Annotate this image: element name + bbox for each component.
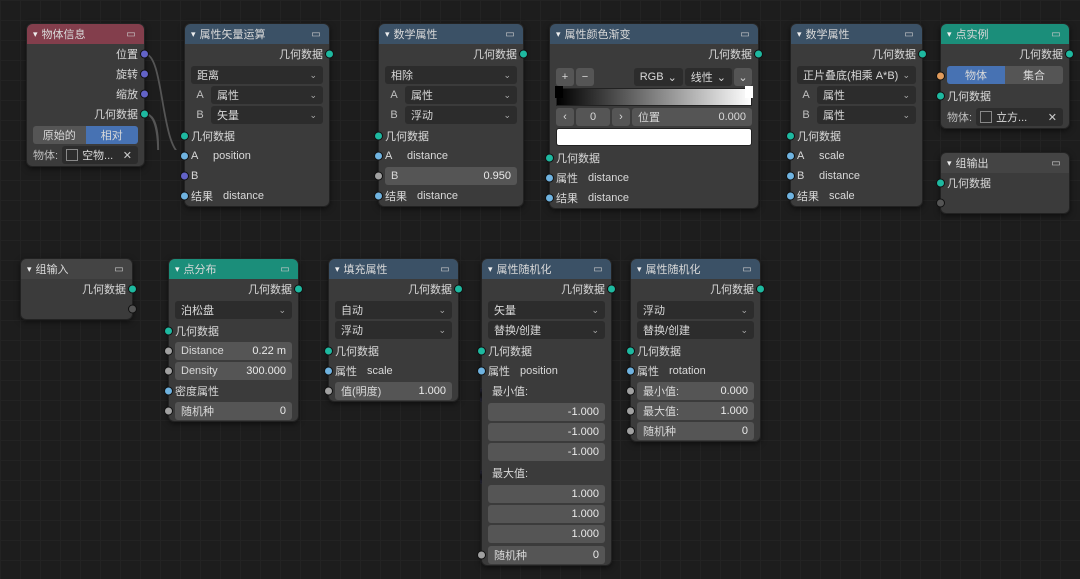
operation-select[interactable]: 正片叠底(相乘 A*B)⌄ (797, 66, 916, 84)
distance-input[interactable]: Distance0.22 m (175, 342, 292, 360)
node-header[interactable]: ▾物体信息▭ (27, 24, 144, 44)
node-group-output[interactable]: ▾组输出▭ 几何数据 (940, 152, 1070, 214)
socket-location: 位置 (116, 46, 138, 62)
node-header[interactable]: ▾点实例▭ (941, 24, 1069, 44)
clear-icon[interactable]: ✕ (1046, 111, 1059, 124)
operation-select[interactable]: 相除⌄ (385, 66, 517, 84)
seed-input[interactable]: 随机种0 (637, 422, 754, 440)
result-input[interactable]: distance (223, 190, 323, 202)
socket-scale: 缩放 (116, 86, 138, 102)
ramp-stop-0[interactable] (555, 86, 563, 98)
node-header[interactable]: ▾数学属性▭ (791, 24, 922, 44)
min-y[interactable]: -1.000 (488, 423, 605, 441)
mesh-icon (980, 111, 992, 123)
node-header[interactable]: ▾数学属性▭ (379, 24, 523, 44)
interp-select[interactable]: 线性⌄ (685, 68, 732, 86)
seed-input[interactable]: 随机种0 (488, 546, 605, 564)
node-group-input[interactable]: ▾组输入▭ 几何数据 (20, 258, 133, 320)
value-b-input[interactable]: 0.950 (483, 170, 511, 182)
min-x[interactable]: -1.000 (488, 403, 605, 421)
value-input[interactable]: 值(明度)1.000 (335, 382, 452, 400)
node-attr-randomize-2[interactable]: ▾属性随机化▭ 几何数据 浮动⌄ 替换/创建⌄ 几何数据 属性rotation … (630, 258, 761, 442)
socket-rotation: 旋转 (116, 66, 138, 82)
chevron-down-icon: ⌄ (309, 70, 317, 81)
ramp-menu-button[interactable]: ⌄ (734, 68, 752, 86)
stop-index[interactable]: 0 (576, 108, 610, 126)
node-point-instance[interactable]: ▾点实例▭ 几何数据 物体集合 几何数据 物体:立方...✕ (940, 23, 1070, 129)
node-attr-vector-math[interactable]: ▾属性矢量运算▭ 几何数据 距离⌄ A属性⌄ B矢量⌄ 几何数据 Apositi… (184, 23, 330, 207)
instance-object-field[interactable]: 物体:立方...✕ (947, 108, 1063, 126)
instance-type-toggle[interactable]: 物体集合 (947, 66, 1063, 84)
color-mode-select[interactable]: RGB⌄ (634, 68, 683, 86)
max-y[interactable]: 1.000 (488, 505, 605, 523)
stop-color-swatch[interactable] (556, 128, 752, 146)
min-input[interactable]: 最小值:0.000 (637, 382, 754, 400)
density-input[interactable]: Density300.000 (175, 362, 292, 380)
color-ramp-gradient[interactable] (556, 88, 752, 106)
collapse-icon[interactable]: ▾ (33, 29, 38, 40)
node-attr-randomize-1[interactable]: ▾属性随机化▭ 几何数据 矢量⌄ 替换/创建⌄ 几何数据 属性position … (481, 258, 612, 566)
node-header[interactable]: ▾组输入▭ (21, 259, 132, 279)
seed-input[interactable]: 随机种0 (175, 402, 292, 420)
node-attr-math-1[interactable]: ▾数学属性▭ 几何数据 相除⌄ A属性⌄ B浮动⌄ 几何数据 Adistance… (378, 23, 524, 207)
node-point-distribute[interactable]: ▾点分布▭ 几何数据 泊松盘⌄ 几何数据 Distance0.22 m Dens… (168, 258, 299, 422)
node-attr-color-ramp[interactable]: ▾属性颜色渐变▭ 几何数据 + − RGB⌄ 线性⌄ ⌄ ‹ 0 › 位置0.0… (549, 23, 759, 209)
panel-icon[interactable]: ▭ (124, 29, 138, 40)
prev-stop-button[interactable]: ‹ (556, 108, 574, 126)
node-header[interactable]: ▾组输出▭ (941, 153, 1069, 173)
object-field[interactable]: 物体:空物...✕ (33, 146, 138, 164)
type-select[interactable]: 浮动⌄ (335, 321, 452, 339)
stop-position-input[interactable]: 位置0.000 (632, 108, 752, 126)
add-stop-button[interactable]: + (556, 68, 574, 86)
node-attr-fill[interactable]: ▾填充属性▭ 几何数据 自动⌄ 浮动⌄ 几何数据 属性scale 值(明度)1.… (328, 258, 459, 402)
attr-a-input[interactable]: position (213, 150, 323, 162)
node-header[interactable]: ▾填充属性▭ (329, 259, 458, 279)
max-z[interactable]: 1.000 (488, 525, 605, 543)
max-input[interactable]: 最大值:1.000 (637, 402, 754, 420)
distribute-method-select[interactable]: 泊松盘⌄ (175, 301, 292, 319)
node-header[interactable]: ▾属性颜色渐变▭ (550, 24, 758, 44)
mesh-icon (66, 149, 78, 161)
next-stop-button[interactable]: › (612, 108, 630, 126)
node-header[interactable]: ▾属性随机化▭ (631, 259, 760, 279)
type-a-select[interactable]: 属性⌄ (211, 86, 323, 104)
node-header[interactable]: ▾属性随机化▭ (482, 259, 611, 279)
socket-geometry: 几何数据 (94, 106, 138, 122)
clear-icon[interactable]: ✕ (121, 149, 134, 162)
max-x[interactable]: 1.000 (488, 485, 605, 503)
min-z[interactable]: -1.000 (488, 443, 605, 461)
ramp-stop-1[interactable] (745, 86, 753, 98)
node-object-info[interactable]: ▾物体信息▭ 位置 旋转 缩放 几何数据 原始的相对 物体:空物...✕ (26, 23, 145, 167)
type-b-select[interactable]: 矢量⌄ (211, 106, 323, 124)
node-header[interactable]: ▾点分布▭ (169, 259, 298, 279)
domain-select[interactable]: 自动⌄ (335, 301, 452, 319)
node-header[interactable]: ▾属性矢量运算▭ (185, 24, 329, 44)
node-attr-math-2[interactable]: ▾数学属性▭ 几何数据 正片叠底(相乘 A*B)⌄ A属性⌄ B属性⌄ 几何数据… (790, 23, 923, 207)
operation-select[interactable]: 距离⌄ (191, 66, 323, 84)
relative-toggle[interactable]: 原始的相对 (33, 126, 138, 144)
node-editor-canvas[interactable]: ▾物体信息▭ 位置 旋转 缩放 几何数据 原始的相对 物体:空物...✕ ▾属性… (0, 0, 1080, 579)
remove-stop-button[interactable]: − (576, 68, 594, 86)
